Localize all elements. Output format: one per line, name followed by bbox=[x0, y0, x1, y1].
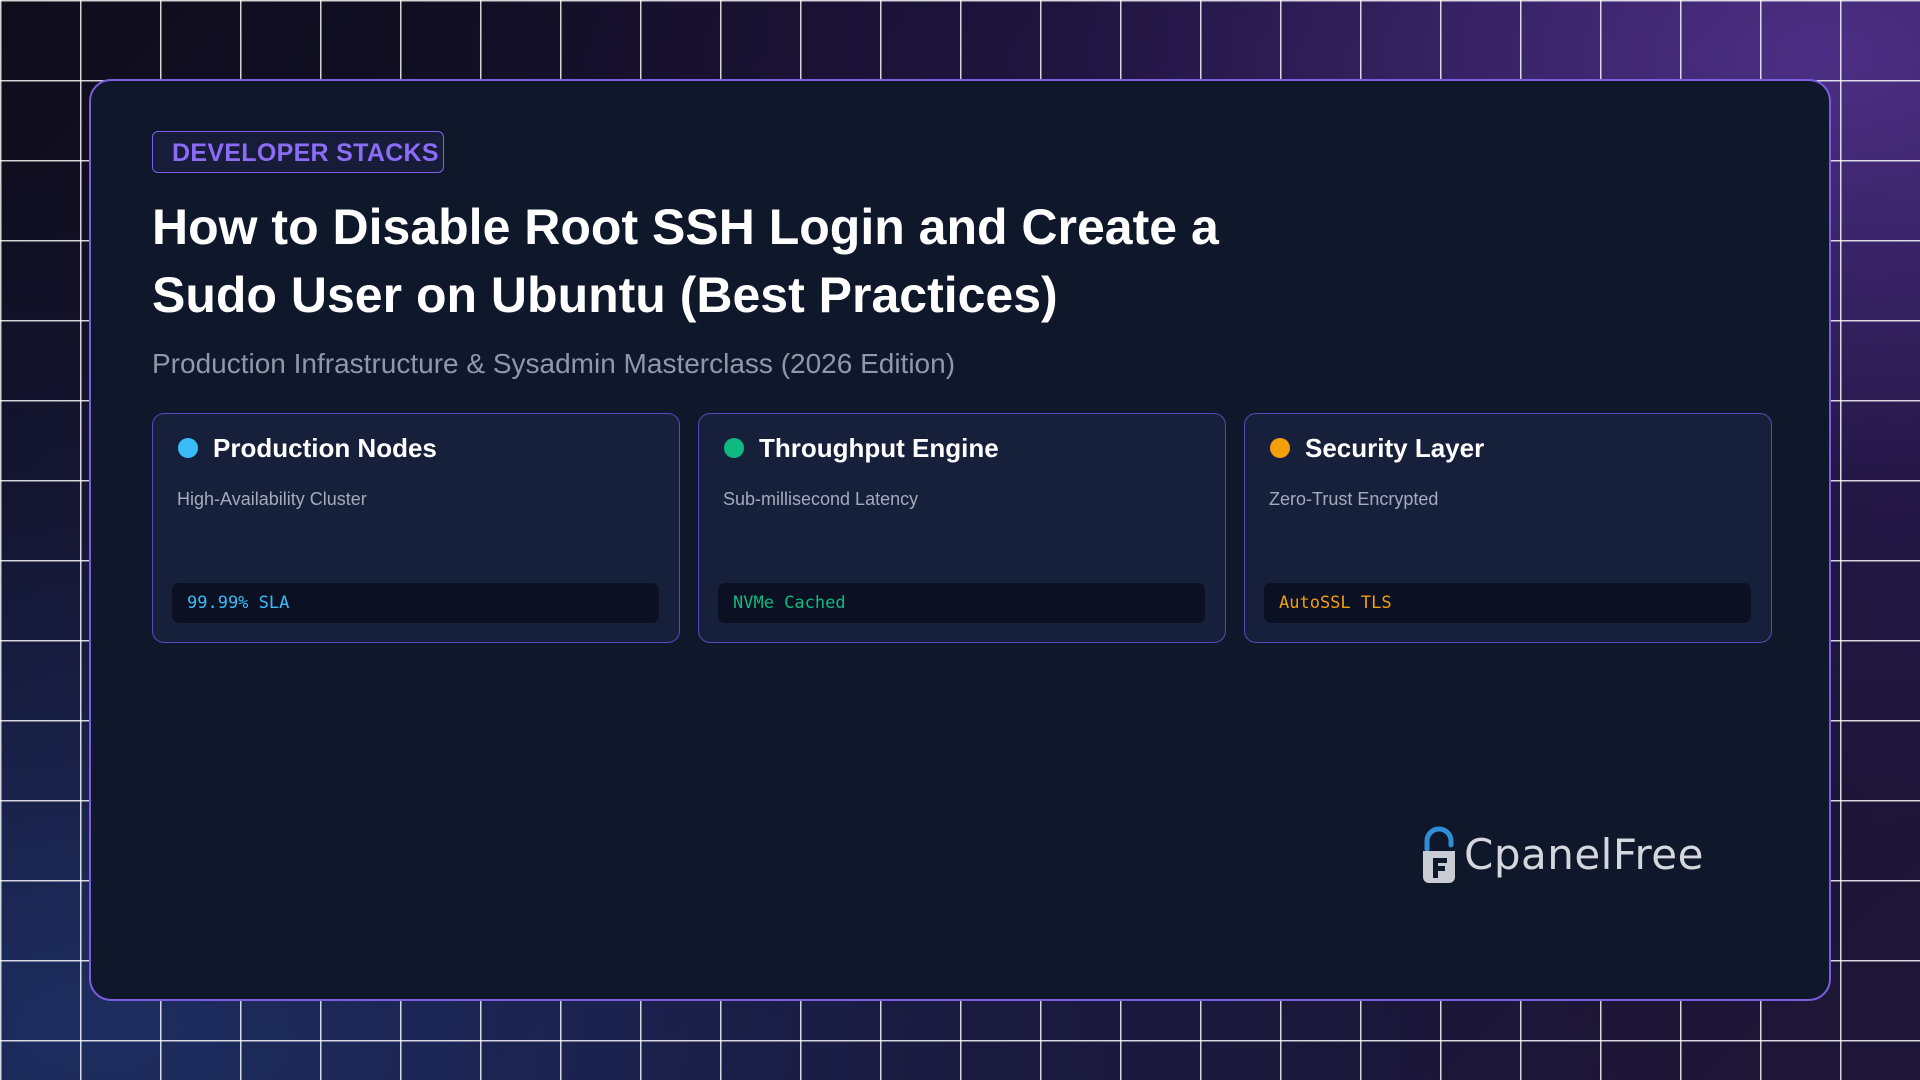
card-description: Zero-Trust Encrypted bbox=[1269, 489, 1439, 509]
feature-card-throughput-engine: Throughput Engine Sub-millisecond Latenc… bbox=[698, 413, 1226, 643]
card-code-tag: AutoSSL TLS bbox=[1264, 583, 1751, 623]
brand-name: CpanelFree bbox=[1464, 830, 1704, 879]
feature-card-security-layer: Security Layer Zero-Trust Encrypted Auto… bbox=[1244, 413, 1772, 643]
padlock-f-icon bbox=[1423, 826, 1455, 883]
category-badge[interactable]: DEVELOPER STACKS bbox=[152, 131, 444, 173]
status-dot-icon bbox=[1270, 438, 1290, 458]
feature-cards: Production Nodes High-Availability Clust… bbox=[152, 413, 1772, 643]
card-code-tag: NVMe Cached bbox=[718, 583, 1205, 623]
status-dot-icon bbox=[724, 438, 744, 458]
card-code-tag: 99.99% SLA bbox=[172, 583, 659, 623]
page-title: How to Disable Root SSH Login and Create… bbox=[152, 199, 1219, 323]
card-description: High-Availability Cluster bbox=[177, 489, 367, 509]
brand-logo[interactable]: CpanelFree bbox=[1419, 824, 1704, 886]
card-title: Production Nodes bbox=[213, 433, 437, 463]
feature-card-production-nodes: Production Nodes High-Availability Clust… bbox=[152, 413, 680, 643]
card-title: Security Layer bbox=[1305, 433, 1485, 463]
page-subtitle: Production Infrastructure & Sysadmin Mas… bbox=[152, 348, 956, 379]
card-title: Throughput Engine bbox=[759, 433, 999, 463]
card-description: Sub-millisecond Latency bbox=[723, 489, 919, 509]
status-dot-icon bbox=[178, 438, 198, 458]
